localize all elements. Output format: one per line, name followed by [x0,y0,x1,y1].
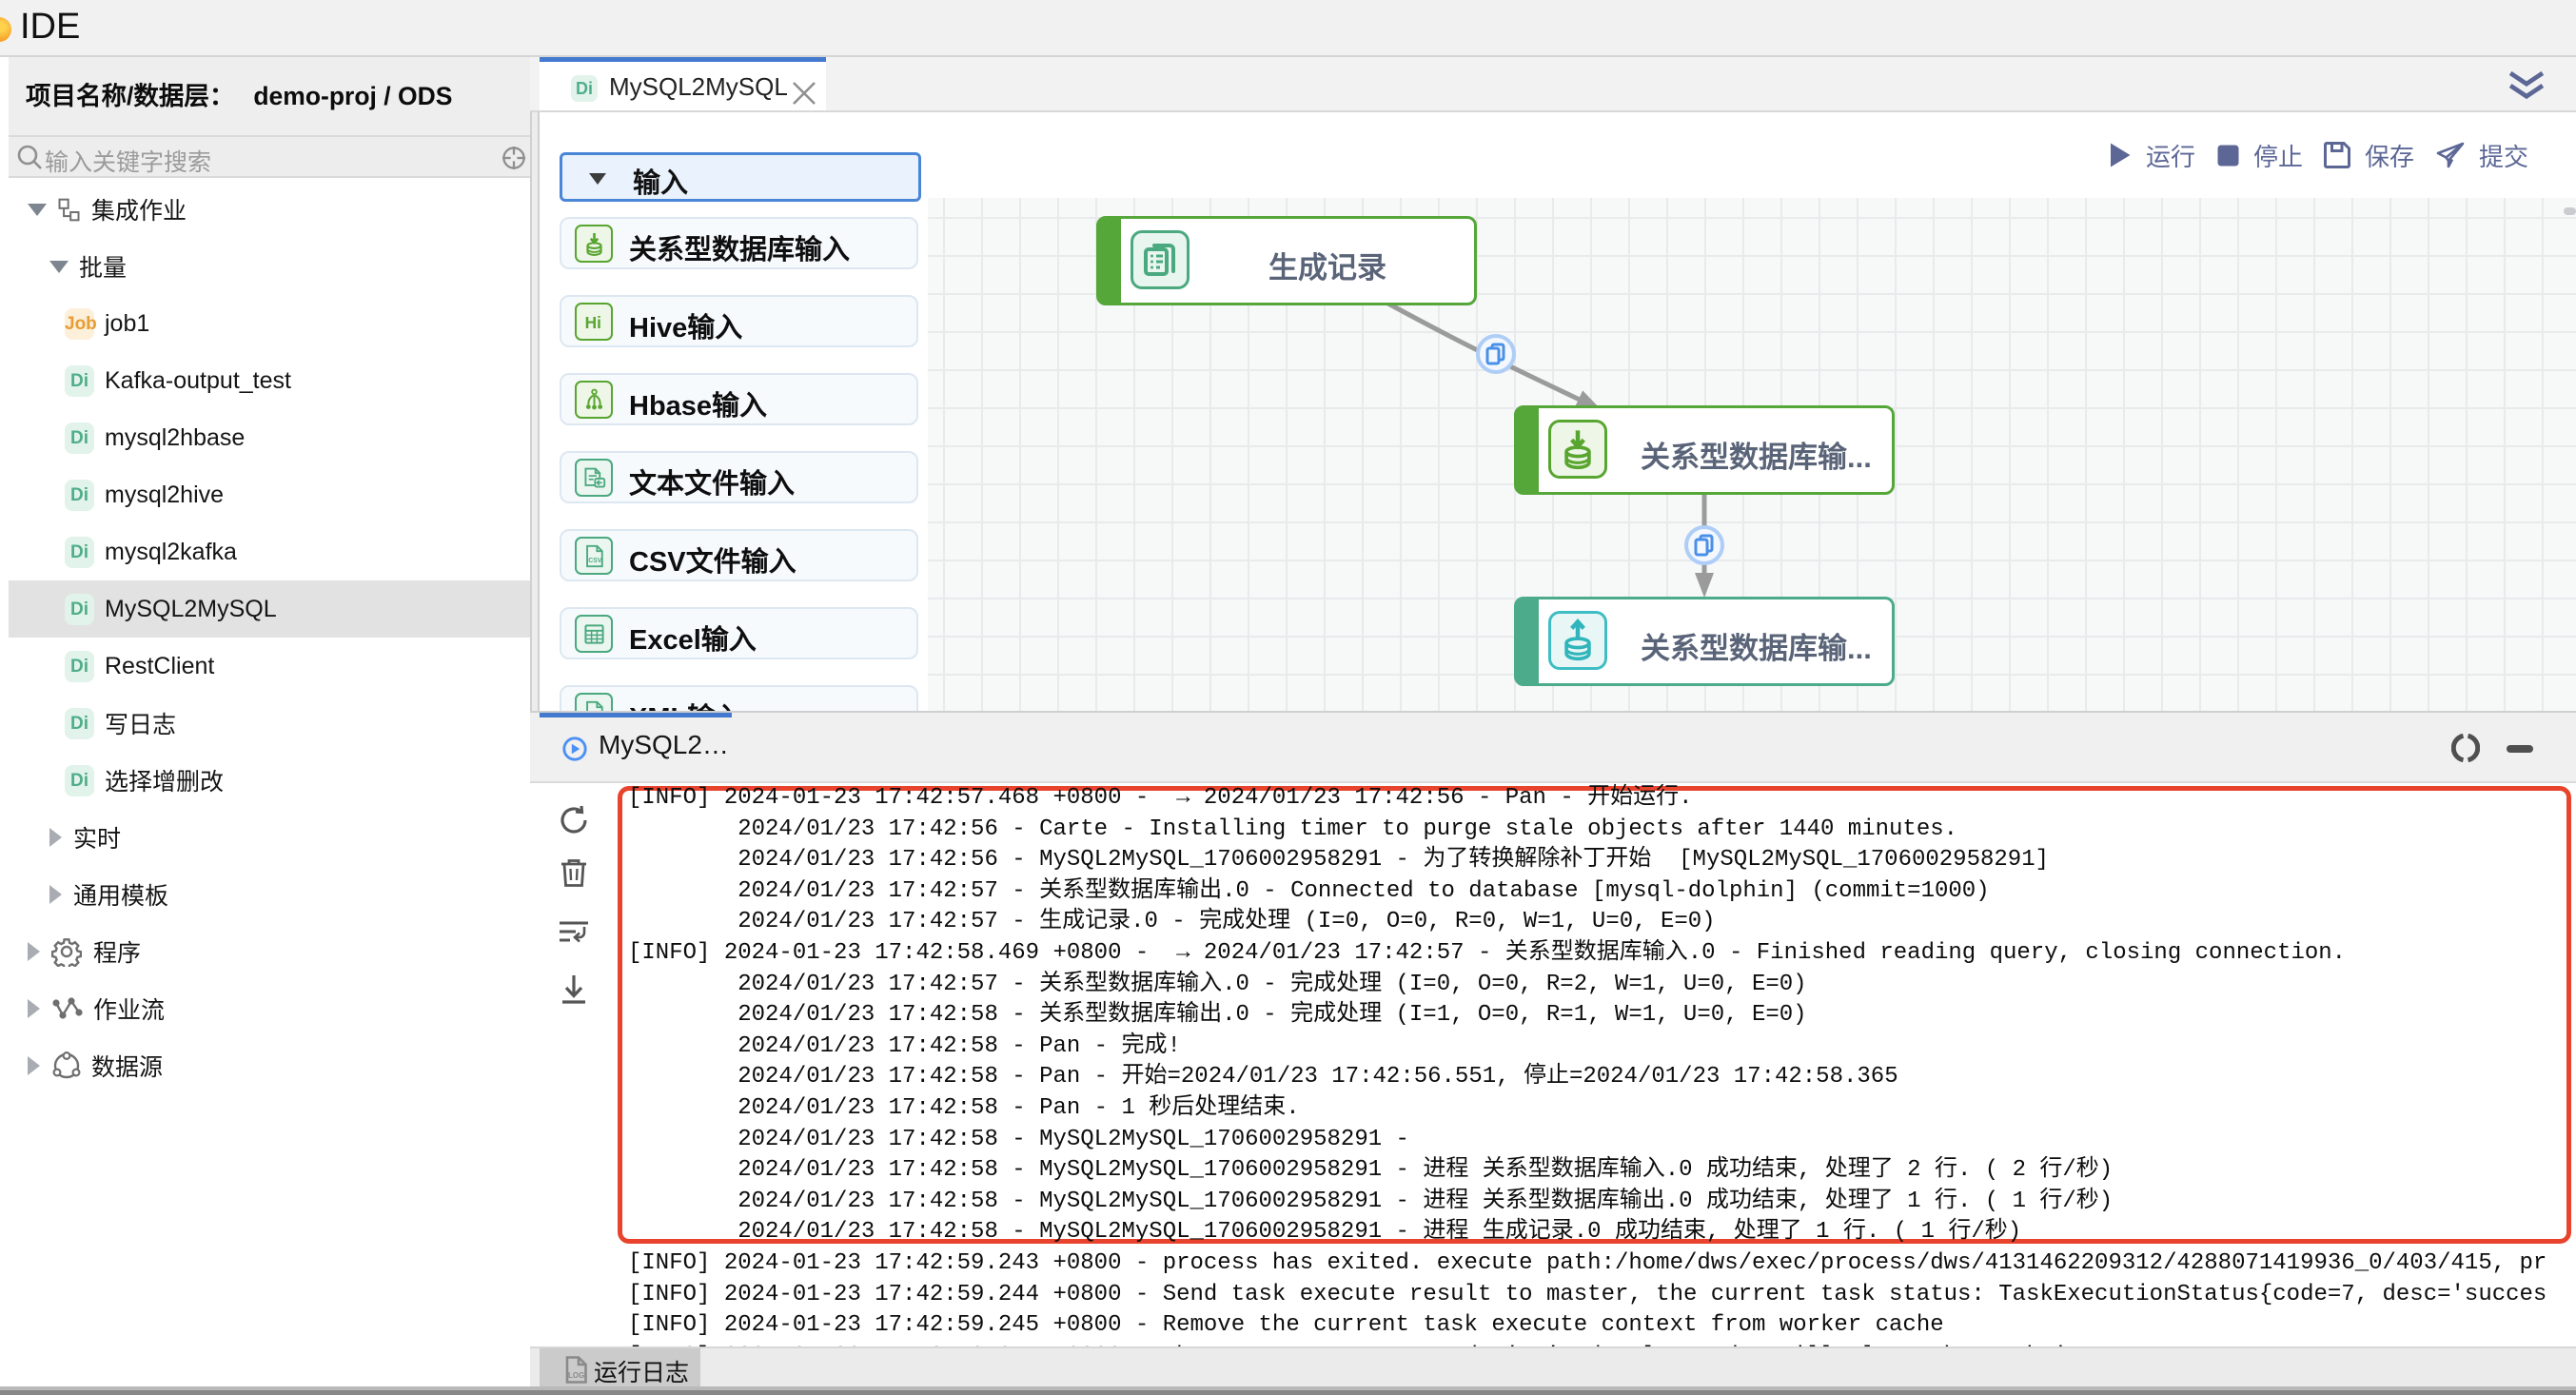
svg-text:CSV: CSV [588,558,602,564]
svg-text:LOG: LOG [568,1371,584,1380]
svg-text:Hi: Hi [584,313,600,332]
